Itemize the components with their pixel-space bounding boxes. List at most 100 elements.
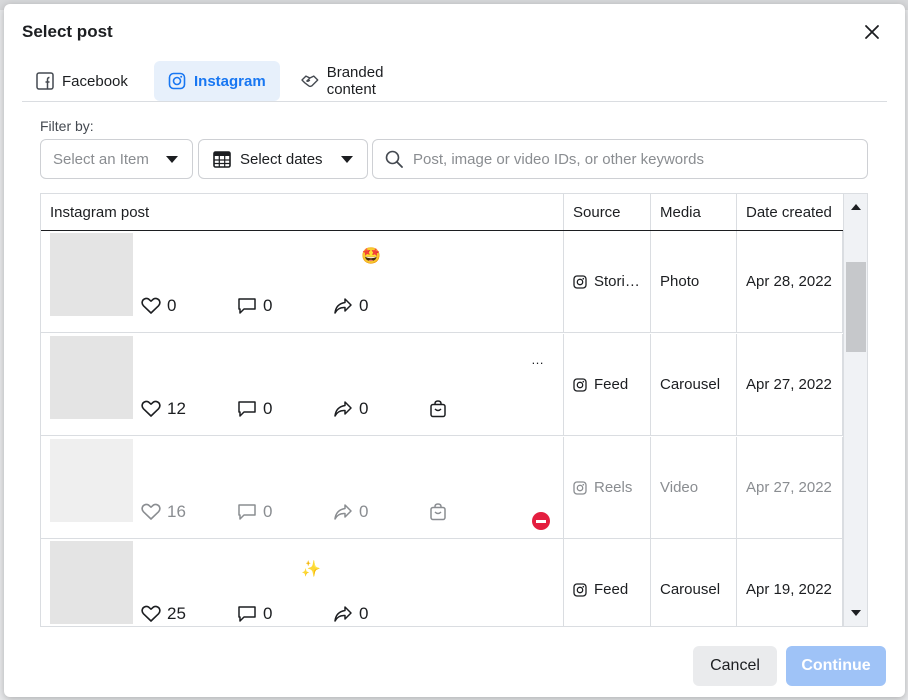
- instagram-icon: [573, 274, 587, 289]
- continue-button[interactable]: Continue: [786, 646, 886, 686]
- shares-stat: 0: [333, 604, 368, 624]
- instagram-icon: [573, 480, 587, 495]
- share-icon: [334, 606, 352, 622]
- date-cell: Apr 27, 2022: [737, 334, 843, 435]
- table-row[interactable]: ✨ 25 0 0 Feed Carousel Apr 19, 2022: [41, 539, 843, 626]
- likes-count: 12: [167, 399, 186, 418]
- post-cell: … 12 0 0: [41, 334, 564, 435]
- media-cell: Carousel: [651, 334, 737, 435]
- comments-stat: 0: [237, 604, 272, 624]
- comments-stat: 0: [237, 502, 272, 522]
- source-label: Feed: [594, 581, 629, 598]
- source-tabs: Facebook Instagram Branded content: [22, 60, 887, 102]
- post-thumbnail: [50, 336, 133, 419]
- comments-count: 0: [263, 399, 273, 418]
- close-icon: [865, 25, 879, 39]
- source-cell: Feed: [564, 539, 651, 626]
- source-label: Stori…: [594, 273, 640, 290]
- table-row[interactable]: … 12 0 0 Feed Carousel Apr 27, 2022: [41, 334, 843, 436]
- date-cell: Apr 19, 2022: [737, 539, 843, 626]
- heart-icon: [141, 297, 161, 314]
- table-row[interactable]: 🤩 0 0 0 Stori… Photo Apr 28, 2022: [41, 231, 843, 333]
- instagram-icon: [573, 582, 587, 597]
- close-button[interactable]: [860, 20, 884, 44]
- scroll-down-icon[interactable]: [851, 610, 861, 616]
- column-header-media[interactable]: Media: [651, 194, 737, 230]
- post-thumbnail: [50, 233, 133, 316]
- shares-stat: 0: [333, 502, 368, 522]
- likes-count: 25: [167, 604, 186, 623]
- post-cell: 16 0 0: [41, 437, 564, 538]
- likes-stat: 16: [141, 502, 186, 522]
- scroll-up-icon[interactable]: [851, 204, 861, 210]
- share-icon: [334, 298, 352, 314]
- scrollbar-thumb[interactable]: [846, 262, 866, 352]
- column-header-post[interactable]: Instagram post: [41, 194, 564, 230]
- likes-stat: 12: [141, 399, 186, 419]
- tab-branded-content-label: Branded content: [326, 64, 384, 98]
- tab-instagram[interactable]: Instagram: [154, 61, 280, 101]
- chevron-down-icon: [341, 156, 353, 163]
- handshake-icon: [301, 75, 319, 88]
- column-header-date[interactable]: Date created: [737, 194, 843, 230]
- post-caption-emoji: ✨: [301, 561, 321, 578]
- heart-icon: [141, 503, 161, 520]
- shares-count: 0: [359, 296, 369, 315]
- media-cell: Video: [651, 437, 737, 538]
- instagram-icon: [573, 377, 587, 392]
- tab-instagram-label: Instagram: [194, 72, 266, 90]
- cancel-button[interactable]: Cancel: [693, 646, 777, 686]
- date-cell: Apr 28, 2022: [737, 231, 843, 332]
- comment-icon: [238, 504, 256, 520]
- post-thumbnail: [50, 541, 133, 624]
- likes-stat: 0: [141, 296, 176, 316]
- comment-icon: [238, 606, 256, 622]
- shares-count: 0: [359, 502, 369, 521]
- source-cell: Reels: [564, 437, 651, 538]
- search-input[interactable]: [413, 150, 853, 168]
- blocked-icon: [532, 512, 550, 530]
- date-select[interactable]: Select dates: [198, 139, 368, 179]
- shares-stat: 0: [333, 296, 368, 316]
- media-cell: Photo: [651, 231, 737, 332]
- share-icon: [334, 401, 352, 417]
- date-select-label: Select dates: [240, 150, 323, 168]
- comment-icon: [238, 298, 256, 314]
- item-select[interactable]: Select an Item: [40, 139, 193, 179]
- post-cell: 🤩 0 0 0: [41, 231, 564, 332]
- post-caption-emoji: 🤩: [361, 248, 381, 265]
- comment-icon: [238, 401, 256, 417]
- shares-count: 0: [359, 399, 369, 418]
- table-row[interactable]: 16 0 0 Reels Video Apr 27, 2022: [41, 437, 843, 539]
- comments-count: 0: [263, 296, 273, 315]
- comments-count: 0: [263, 502, 273, 521]
- likes-count: 16: [167, 502, 186, 521]
- search-field[interactable]: [372, 139, 868, 179]
- likes-count: 0: [167, 296, 177, 315]
- shares-stat: 0: [333, 399, 368, 419]
- tab-facebook[interactable]: Facebook: [22, 61, 146, 101]
- source-cell: Stori…: [564, 231, 651, 332]
- share-icon: [334, 504, 352, 520]
- calendar-icon: [213, 151, 231, 168]
- chevron-down-icon: [166, 156, 178, 163]
- shopping-bag-icon: [430, 400, 446, 418]
- heart-icon: [141, 400, 161, 417]
- search-icon: [385, 150, 403, 168]
- select-post-dialog: Select post Facebook Instagram Branded c…: [4, 4, 905, 697]
- instagram-icon: [168, 72, 186, 90]
- date-cell: Apr 27, 2022: [737, 437, 843, 538]
- source-label: Feed: [594, 376, 629, 393]
- tab-facebook-label: Facebook: [62, 72, 128, 90]
- posts-table: Instagram post Source Media Date created…: [40, 193, 868, 627]
- facebook-icon: [36, 72, 54, 90]
- heart-icon: [141, 605, 161, 622]
- media-cell: Carousel: [651, 539, 737, 626]
- item-select-placeholder: Select an Item: [53, 150, 149, 168]
- table-scrollbar[interactable]: [843, 194, 867, 626]
- dialog-title: Select post: [22, 22, 113, 41]
- column-header-source[interactable]: Source: [564, 194, 651, 230]
- shopping-bag-icon: [430, 503, 446, 521]
- table-header: Instagram post Source Media Date created: [41, 194, 843, 231]
- tab-branded-content[interactable]: Branded content: [287, 61, 449, 101]
